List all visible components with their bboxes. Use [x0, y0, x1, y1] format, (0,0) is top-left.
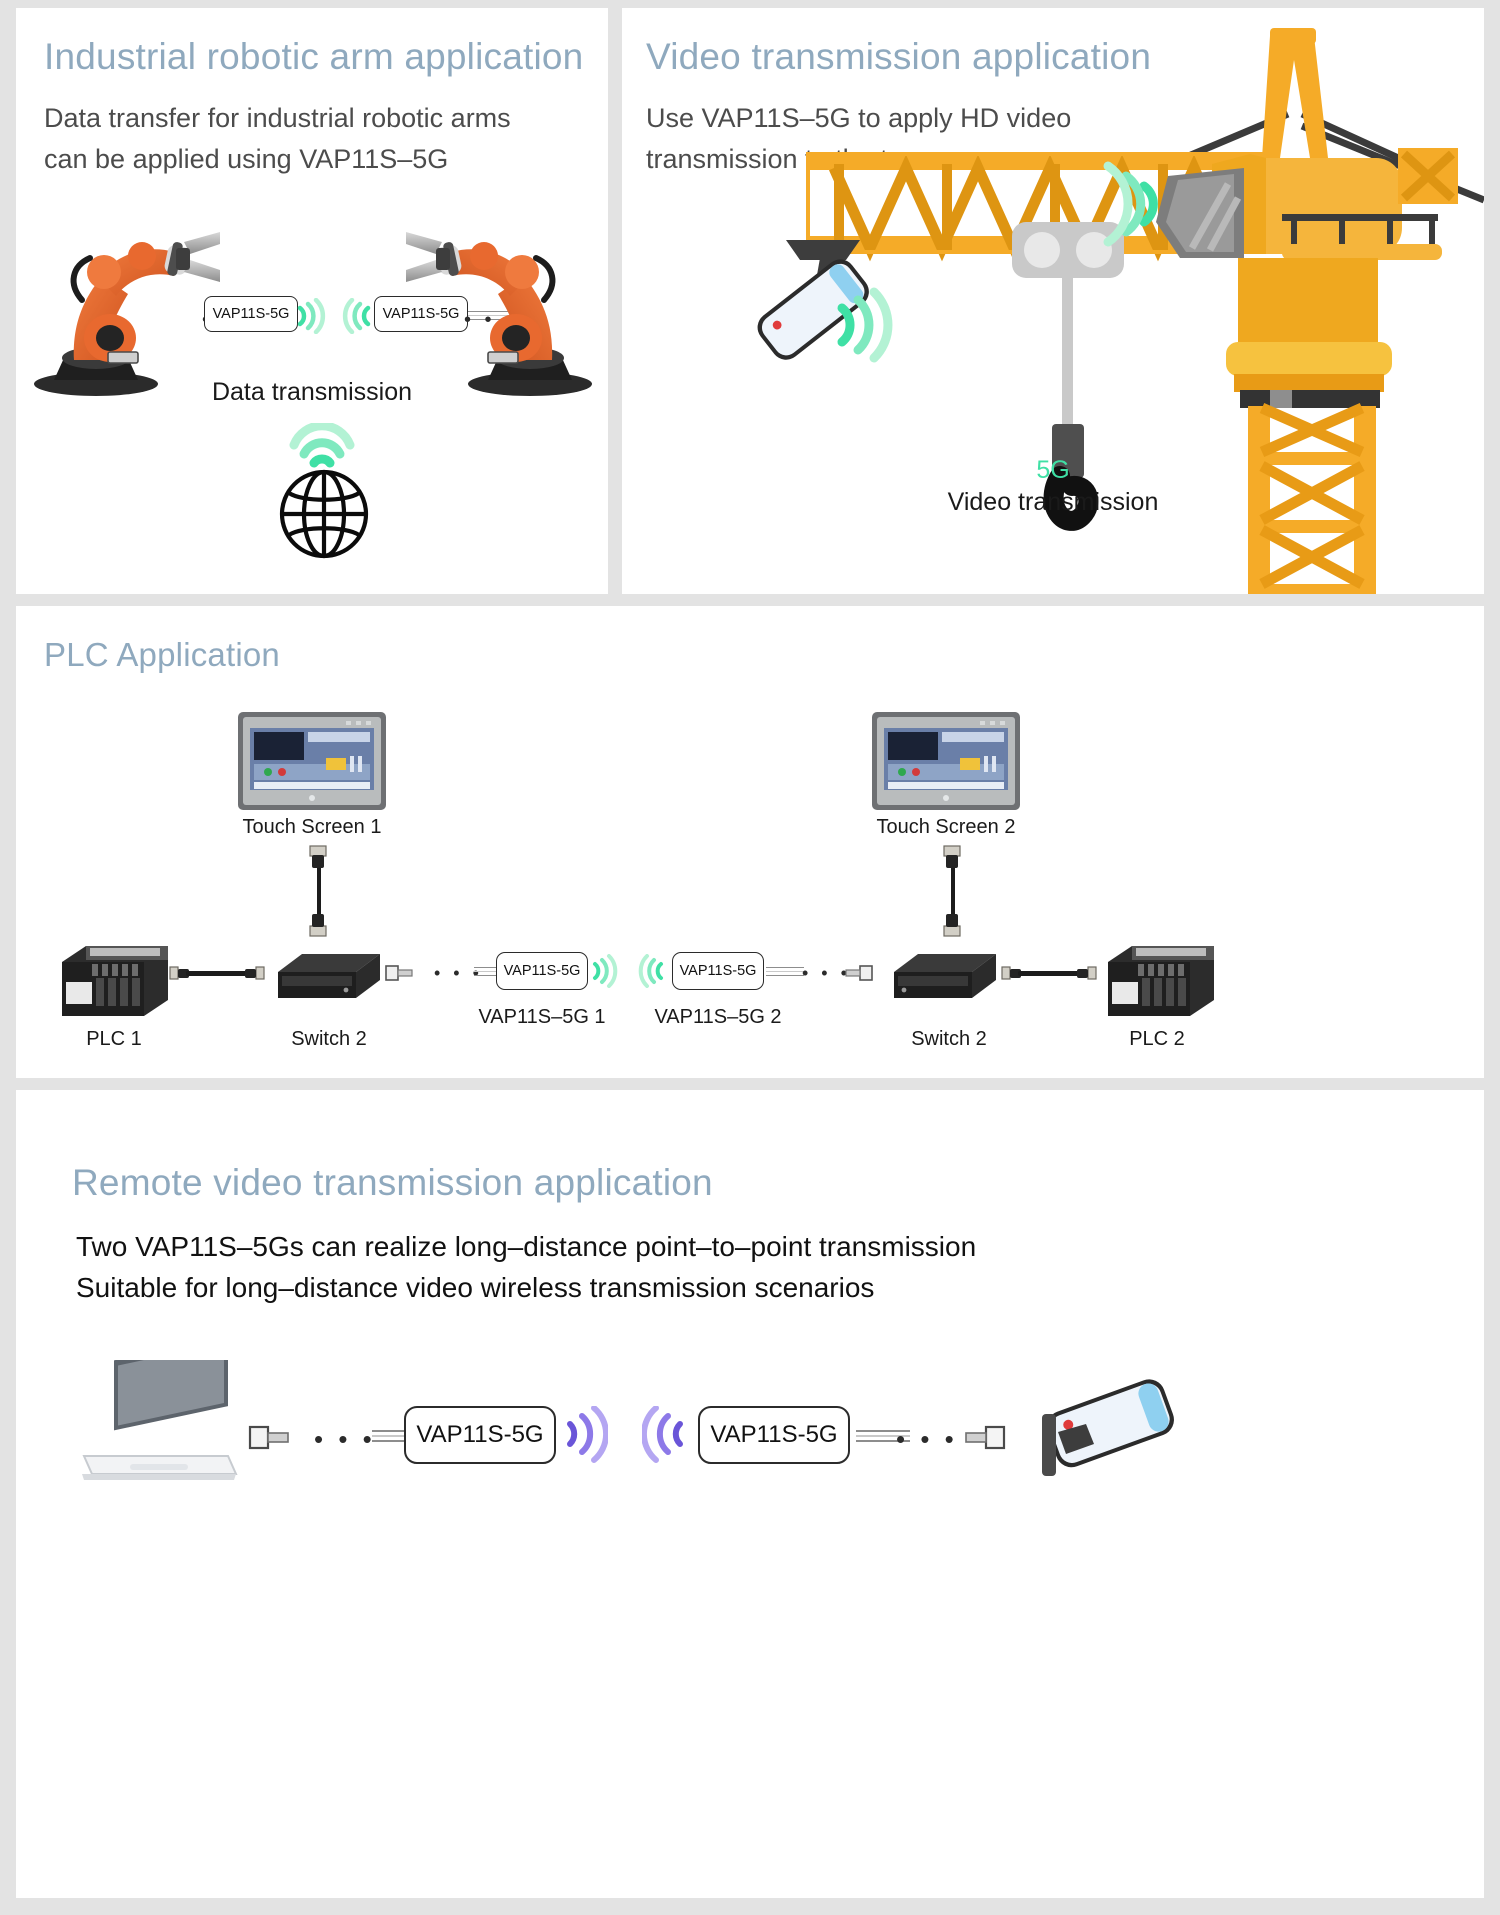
label-touch-screen-2: Touch Screen 2	[876, 816, 1016, 838]
panel-plc-application: PLC Application Touch Screen 1 PLC 1 Swi…	[16, 606, 1484, 1078]
cable-plc-right	[766, 967, 804, 977]
vap11s5g-device-remote-left[interactable]: VAP11S-5G	[404, 1406, 556, 1464]
switch-right-icon	[894, 954, 996, 998]
ethernet-cable-switch-plc2	[1018, 971, 1080, 976]
rj45-plug-vap2	[845, 965, 873, 981]
rj45-plug-plc2	[1077, 966, 1097, 980]
data-transmission-caption: Data transmission	[211, 378, 413, 406]
badge-5g: 5G	[1036, 456, 1070, 484]
remote-subtitle-line-1: Two VAP11S–5Gs can realize long–distance…	[76, 1231, 977, 1262]
robot-subtitle-line-1: Data transfer for industrial robotic arm…	[44, 103, 511, 133]
touch-screen-1-icon	[238, 712, 386, 810]
robotic-arm-left-icon	[34, 232, 220, 396]
rj45-plug-camera	[965, 1425, 1006, 1450]
rj45-plug-top-right	[943, 845, 961, 868]
cable-dots-remote-right: • • •	[896, 1424, 958, 1454]
infographic-page: Industrial robotic arm application Data …	[0, 0, 1500, 1915]
rj45-plug-laptop	[248, 1425, 289, 1450]
globe-icon	[279, 469, 369, 559]
vap11s5g-device-remote-right[interactable]: VAP11S-5G	[698, 1406, 850, 1464]
panel-industrial-robotic-arm: Industrial robotic arm application Data …	[16, 8, 608, 594]
vap11s5g-device-plc-left[interactable]: VAP11S-5G	[496, 952, 588, 990]
touch-screen-2-icon	[872, 712, 1020, 810]
wifi-icon-left	[294, 298, 328, 334]
wifi-icon-plc-left	[590, 954, 620, 988]
wifi-icon-globe	[286, 423, 358, 471]
wifi-icon-remote-left	[562, 1406, 608, 1464]
panel-video-transmission: Video transmission application Use VAP11…	[622, 8, 1484, 594]
video-transmission-caption: Video transmission	[947, 488, 1159, 516]
vap11s5g-device-left[interactable]: VAP11S-5G	[204, 296, 298, 332]
rj45-plug-bottom-right	[943, 914, 961, 937]
label-switch-left: Switch 2	[291, 1028, 367, 1050]
security-camera-icon	[1042, 1379, 1174, 1476]
wifi-icon-plc-right	[636, 954, 666, 988]
wifi-icon-remote-right	[642, 1406, 688, 1464]
panel-title-remote: Remote video transmission application	[72, 1162, 713, 1203]
vap11s5g-device-plc-right[interactable]: VAP11S-5G	[672, 952, 764, 990]
label-vap-1: VAP11S–5G 1	[478, 1006, 606, 1028]
rj45-plug-top-left	[309, 845, 327, 868]
robotic-arm-right-icon	[406, 232, 592, 396]
laptop-icon	[82, 1360, 238, 1480]
ethernet-cable-plc1-switch	[186, 971, 248, 976]
label-plc-2: PLC 2	[1129, 1028, 1185, 1050]
wifi-icon-right	[340, 298, 374, 334]
panel-title-robot: Industrial robotic arm application	[44, 36, 584, 77]
label-touch-screen-1: Touch Screen 1	[242, 816, 382, 838]
cable-dots-remote-left: • • •	[314, 1424, 376, 1454]
panel-title-plc: PLC Application	[44, 636, 280, 673]
label-plc-1: PLC 1	[86, 1028, 142, 1050]
panel-subtitle-remote: Two VAP11S–5Gs can realize long–distance…	[76, 1226, 976, 1308]
switch-left-icon	[278, 954, 380, 998]
panel-remote-video-transmission: Remote video transmission application Tw…	[16, 1090, 1484, 1898]
label-switch-right: Switch 2	[911, 1028, 987, 1050]
rj45-plug-vap1	[385, 965, 413, 981]
remote-subtitle-line-2: Suitable for long–distance video wireles…	[76, 1272, 875, 1303]
panel-subtitle-robot: Data transfer for industrial robotic arm…	[44, 98, 511, 180]
robot-subtitle-line-2: can be applied using VAP11S–5G	[44, 144, 449, 174]
rj45-plug-bottom-left	[309, 914, 327, 937]
plc-2-icon	[1108, 946, 1214, 1016]
label-vap-2: VAP11S–5G 2	[654, 1006, 782, 1028]
rj45-plug-switch-left	[245, 966, 265, 980]
plc-1-icon	[62, 946, 168, 1016]
